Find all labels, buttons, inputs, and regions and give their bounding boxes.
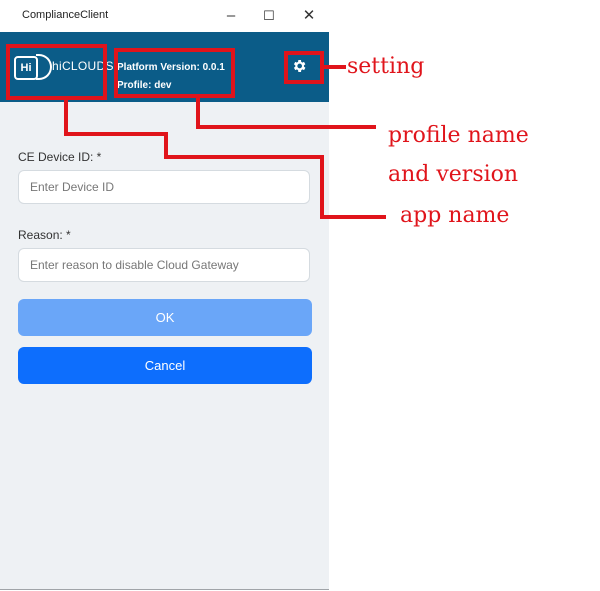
close-button[interactable]: ✕: [295, 4, 323, 28]
minimize-button[interactable]: –: [217, 4, 245, 28]
annotation-line-version-v: [196, 98, 200, 128]
annotation-app-name: app name: [400, 203, 510, 228]
annotation-line-app-4: [164, 155, 324, 159]
reason-input[interactable]: Enter reason to disable Cloud Gateway: [18, 248, 310, 282]
title-bar[interactable]: ComplianceClient – ☐ ✕: [0, 0, 329, 32]
annotation-profile-name: profile name: [388, 123, 529, 148]
annotation-box-version: [114, 48, 235, 98]
reason-label: Reason: *: [18, 228, 71, 242]
maximize-button[interactable]: ☐: [255, 4, 283, 28]
annotation-setting: setting: [347, 54, 425, 79]
window-title: ComplianceClient: [22, 9, 109, 21]
device-id-label: CE Device ID: *: [18, 150, 102, 164]
annotation-line-app-6: [320, 215, 386, 219]
device-id-input[interactable]: Enter Device ID: [18, 170, 310, 204]
annotation-and-version: and version: [388, 162, 519, 187]
annotation-line-app-5: [320, 155, 324, 219]
annotation-line-version-h: [196, 125, 376, 129]
annotation-line-app-2: [64, 132, 168, 136]
annotation-box-setting: [284, 51, 324, 84]
annotation-box-app-name: [6, 44, 107, 100]
ok-button[interactable]: OK: [18, 299, 312, 336]
annotation-line-setting: [324, 65, 346, 69]
cancel-button[interactable]: Cancel: [18, 347, 312, 384]
annotation-line-app-1: [64, 100, 68, 136]
